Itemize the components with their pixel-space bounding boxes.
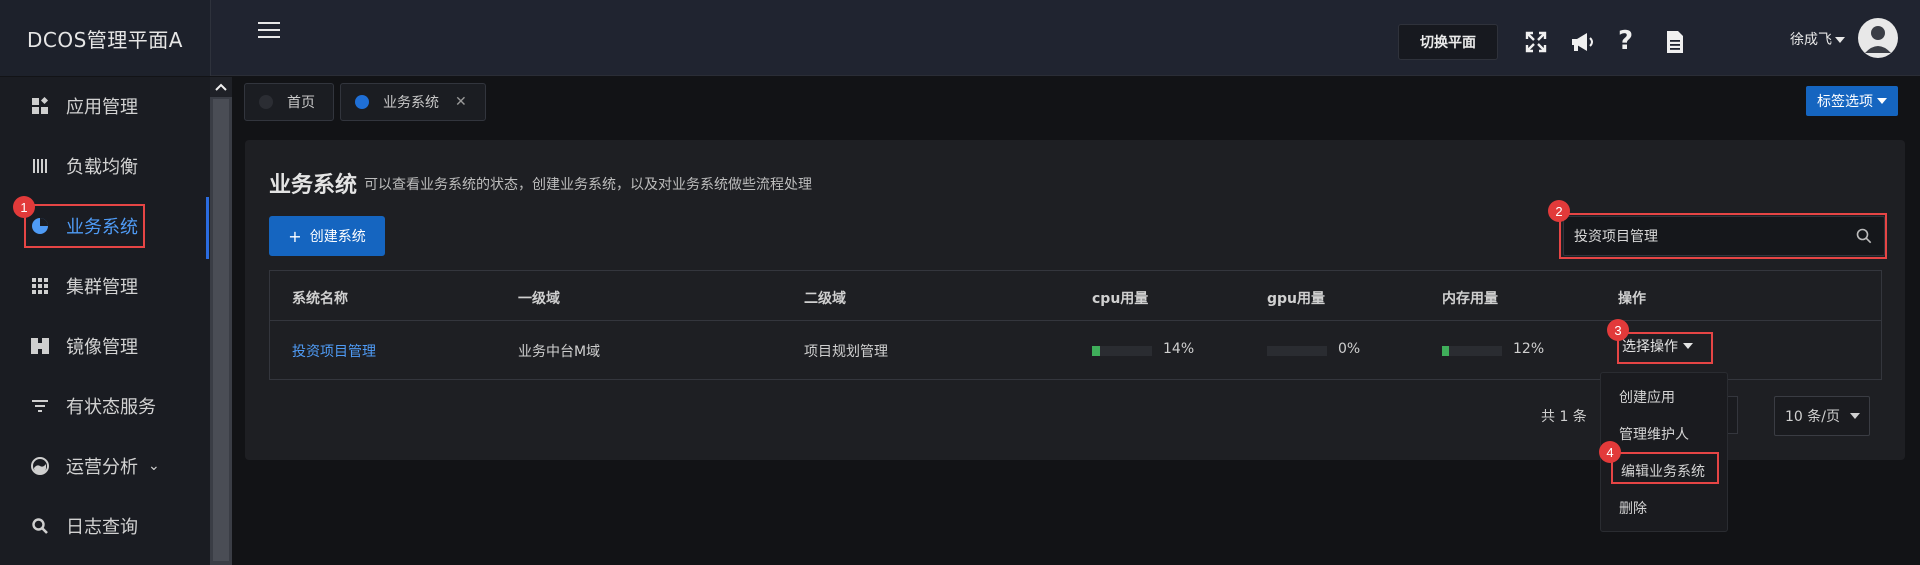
scrollbar-thumb[interactable]: [213, 99, 229, 561]
sidebar-item-label: 负载均衡: [66, 157, 138, 178]
user-name-label: 徐成飞: [1790, 32, 1832, 48]
search-icon: [30, 516, 50, 536]
sidebar-item-image-management[interactable]: 镜像管理: [0, 318, 206, 374]
column-header: cpu用量: [1092, 291, 1149, 307]
annotation-box-2: [1559, 213, 1887, 259]
sidebar-item-label: 日志查询: [66, 517, 138, 538]
column-header: 二级域: [804, 291, 846, 307]
annotation-box-4: [1611, 452, 1719, 484]
page-description: 可以查看业务系统的状态，创建业务系统，以及对业务系统做些流程处理: [364, 177, 812, 193]
domain2-cell: 项目规划管理: [804, 344, 888, 360]
tab-label: 首页: [287, 95, 315, 111]
tag-options-label: 标签选项: [1817, 94, 1873, 110]
memory-usage-value: 12%: [1513, 341, 1545, 357]
menu-toggle-icon[interactable]: [258, 22, 280, 40]
sidebar-item-load-balancing[interactable]: 负载均衡: [0, 138, 206, 194]
column-header: 系统名称: [292, 291, 348, 307]
sidebar-item-cluster-management[interactable]: 集群管理: [0, 258, 206, 314]
tag-options-button[interactable]: 标签选项: [1806, 86, 1898, 116]
annotation-badge-2: 2: [1548, 200, 1570, 222]
gpu-usage-bar: [1267, 346, 1327, 356]
annotation-box-1: [24, 204, 145, 248]
page-size-select[interactable]: 10 条/页: [1774, 396, 1870, 436]
app-grid-icon: [30, 96, 50, 116]
column-header: 内存用量: [1442, 291, 1498, 307]
filter-icon: [30, 396, 50, 416]
menu-item-create-app[interactable]: 创建应用: [1619, 387, 1675, 407]
create-system-button[interactable]: + 创建系统: [269, 216, 385, 256]
sidebar-item-app-management[interactable]: 应用管理: [0, 78, 206, 134]
avatar[interactable]: [1858, 18, 1898, 58]
tab-strip: 首页 业务系统 ✕: [232, 77, 1920, 125]
system-name-link[interactable]: 投资项目管理: [292, 341, 376, 361]
memory-usage-bar: [1442, 346, 1502, 356]
column-header: 一级域: [518, 291, 560, 307]
gauge-icon: [30, 456, 50, 476]
tab-business-system[interactable]: 业务系统 ✕: [340, 83, 486, 121]
column-header: gpu用量: [1267, 291, 1326, 307]
sidebar-item-label: 运营分析: [66, 457, 138, 478]
sidebar-item-label: 集群管理: [66, 277, 138, 298]
chevron-down-icon: ⌄: [148, 458, 160, 474]
tab-home[interactable]: 首页: [244, 83, 334, 121]
grid-icon: [30, 276, 50, 296]
help-icon[interactable]: ?: [1618, 26, 1642, 56]
sidebar-item-label: 有状态服务: [66, 397, 156, 418]
close-icon[interactable]: ✕: [455, 94, 467, 110]
tab-status-dot: [259, 95, 273, 109]
chevron-down-icon: [1877, 98, 1887, 104]
gpu-usage-value: 0%: [1338, 341, 1361, 357]
create-system-label: 创建系统: [309, 229, 366, 245]
total-count: 共 1 条: [1541, 409, 1587, 425]
switch-plane-button[interactable]: 切换平面: [1398, 24, 1498, 60]
annotation-badge-4: 4: [1599, 441, 1621, 463]
page-title: 业务系统: [269, 173, 358, 198]
cpu-usage-fill: [1092, 346, 1101, 356]
user-menu[interactable]: 徐成飞: [1790, 29, 1845, 49]
header-divider: [210, 0, 211, 76]
plus-icon: +: [288, 226, 302, 246]
menu-item-manage-maintainers[interactable]: 管理维护人: [1619, 424, 1689, 444]
menu-item-delete[interactable]: 删除: [1619, 498, 1647, 518]
page-size-value: 10 条/页: [1785, 409, 1840, 425]
annotation-badge-1: 1: [13, 196, 35, 218]
document-icon[interactable]: [1665, 30, 1689, 54]
chevron-up-icon[interactable]: [210, 77, 232, 97]
image-icon: [30, 336, 50, 356]
tab-status-dot: [355, 95, 369, 109]
sidebar: 应用管理 负载均衡 业务系统 集群管理 镜像管理 有状态服务 运营分析 ⌄ 日志…: [0, 77, 210, 565]
top-header: DCOS管理平面A 切换平面 ? 徐成飞: [0, 0, 1920, 76]
annotation-box-3: [1617, 332, 1713, 364]
domain1-cell: 业务中台M域: [518, 344, 601, 360]
chevron-down-icon: [1835, 37, 1845, 43]
bars-icon: [30, 156, 50, 176]
fullscreen-icon[interactable]: [1524, 30, 1548, 54]
app-title: DCOS管理平面A: [0, 0, 210, 76]
annotation-badge-3: 3: [1607, 319, 1629, 341]
sidebar-item-operations-analysis[interactable]: 运营分析 ⌄: [0, 438, 206, 494]
memory-usage-fill: [1442, 346, 1450, 356]
sidebar-scrollbar[interactable]: [210, 77, 232, 565]
sidebar-item-log-query[interactable]: 日志查询: [0, 498, 206, 554]
chevron-down-icon: [1849, 413, 1860, 419]
cpu-usage-bar: [1092, 346, 1152, 356]
sidebar-item-label: 应用管理: [66, 97, 138, 118]
sidebar-item-stateful-service[interactable]: 有状态服务: [0, 378, 206, 434]
announcement-icon[interactable]: [1570, 30, 1594, 54]
active-indicator: [206, 197, 209, 259]
column-header: 操作: [1618, 291, 1646, 307]
cpu-usage-value: 14%: [1163, 341, 1195, 357]
sidebar-item-label: 镜像管理: [66, 337, 138, 358]
table-header: 系统名称 一级域 二级域 cpu用量 gpu用量 内存用量 操作: [270, 271, 1881, 321]
tab-label: 业务系统: [383, 95, 439, 111]
